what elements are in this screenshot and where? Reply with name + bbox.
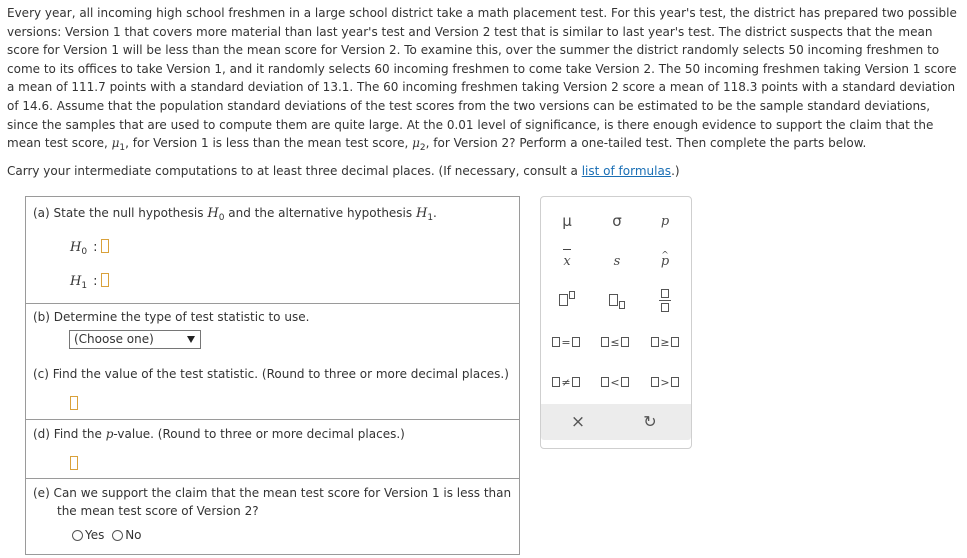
part-a-section: (a) State the null hypothesis H0 and the… — [26, 197, 519, 303]
test-statistic-input[interactable] — [70, 396, 78, 410]
part-e-section: (e) Can we support the claim that the me… — [26, 478, 519, 554]
null-hypothesis-row: H0: — [70, 239, 110, 257]
test-statistic-select[interactable]: (Choose one) — [69, 330, 201, 349]
chevron-down-icon — [187, 336, 195, 343]
part-a-label: (a) State the null hypothesis H0 and the… — [33, 206, 437, 223]
alt-hypothesis-input[interactable] — [101, 273, 110, 287]
less-than-button[interactable]: < — [595, 372, 635, 394]
exponent-box-icon — [569, 291, 575, 299]
part-c-label: (c) Find the value of the test statistic… — [33, 367, 509, 381]
select-value: (Choose one) — [74, 332, 154, 346]
problem-statement: Every year, all incoming high school fre… — [7, 4, 959, 158]
carry-end: .) — [671, 164, 680, 178]
part-d-section: (d) Find the p-value. (Round to three or… — [26, 419, 519, 478]
fraction-button[interactable] — [645, 285, 685, 317]
part-e-options: Yes No — [72, 528, 142, 542]
x-bar-button[interactable]: x — [547, 249, 587, 272]
problem-text-2: , for Version 1 is less than the mean te… — [125, 136, 409, 151]
p-value-answer — [70, 456, 78, 471]
subscript-box-icon — [619, 301, 625, 309]
palette-action-bar: × ↻ — [541, 404, 691, 440]
question-panel: (a) State the null hypothesis H0 and the… — [25, 196, 520, 555]
numerator-box-icon — [661, 289, 669, 298]
sigma-button[interactable]: σ — [597, 210, 637, 232]
problem-text-1: Every year, all incoming high school fre… — [7, 6, 957, 151]
carry-instructions: Carry your intermediate computations to … — [7, 162, 680, 180]
base-box-icon — [559, 294, 568, 306]
no-option[interactable]: No — [112, 528, 142, 542]
carry-text: Carry your intermediate computations to … — [7, 164, 578, 178]
denominator-box-icon — [661, 303, 669, 312]
problem-text-3: , for Version 2? Perform a one-tailed te… — [425, 136, 867, 151]
clear-icon[interactable]: × — [558, 411, 598, 433]
yes-option[interactable]: Yes — [72, 528, 104, 542]
greater-equal-button[interactable]: ≥ — [645, 332, 685, 354]
part-d-label: (d) Find the p-value. (Round to three or… — [33, 427, 405, 441]
undo-icon[interactable]: ↻ — [630, 411, 670, 433]
mu1-symbol: μ1 — [111, 136, 126, 154]
yes-radio[interactable] — [72, 530, 83, 541]
base-box-icon — [609, 294, 618, 306]
p-value-input[interactable] — [70, 456, 78, 470]
test-statistic-answer — [70, 396, 78, 411]
p-button[interactable]: p — [645, 210, 685, 232]
alt-hypothesis-row: H1: — [70, 273, 110, 291]
mu-button[interactable]: μ — [547, 210, 587, 232]
formulas-link[interactable]: list of formulas — [582, 164, 671, 178]
mu2-symbol: μ2 — [412, 136, 426, 154]
part-b-label: (b) Determine the type of test statistic… — [33, 310, 310, 324]
less-equal-button[interactable]: ≤ — [595, 332, 635, 354]
no-radio[interactable] — [112, 530, 124, 541]
null-hypothesis-input[interactable] — [101, 239, 110, 253]
equals-button[interactable]: = — [546, 332, 586, 354]
subscript-button[interactable] — [597, 290, 637, 312]
part-e-label: (e) Can we support the claim that the me… — [33, 486, 512, 518]
fraction-bar-icon — [659, 300, 671, 301]
p-hat-button[interactable]: ^ p — [645, 250, 685, 272]
symbol-palette: μ σ p x s ^ p = ≤ ≥ ≠ < > × ↻ — [540, 196, 692, 449]
greater-than-button[interactable]: > — [645, 372, 685, 394]
superscript-button[interactable] — [547, 290, 587, 312]
part-c-section: (c) Find the value of the test statistic… — [26, 360, 519, 419]
s-button[interactable]: s — [597, 250, 637, 272]
not-equal-button[interactable]: ≠ — [546, 372, 586, 394]
